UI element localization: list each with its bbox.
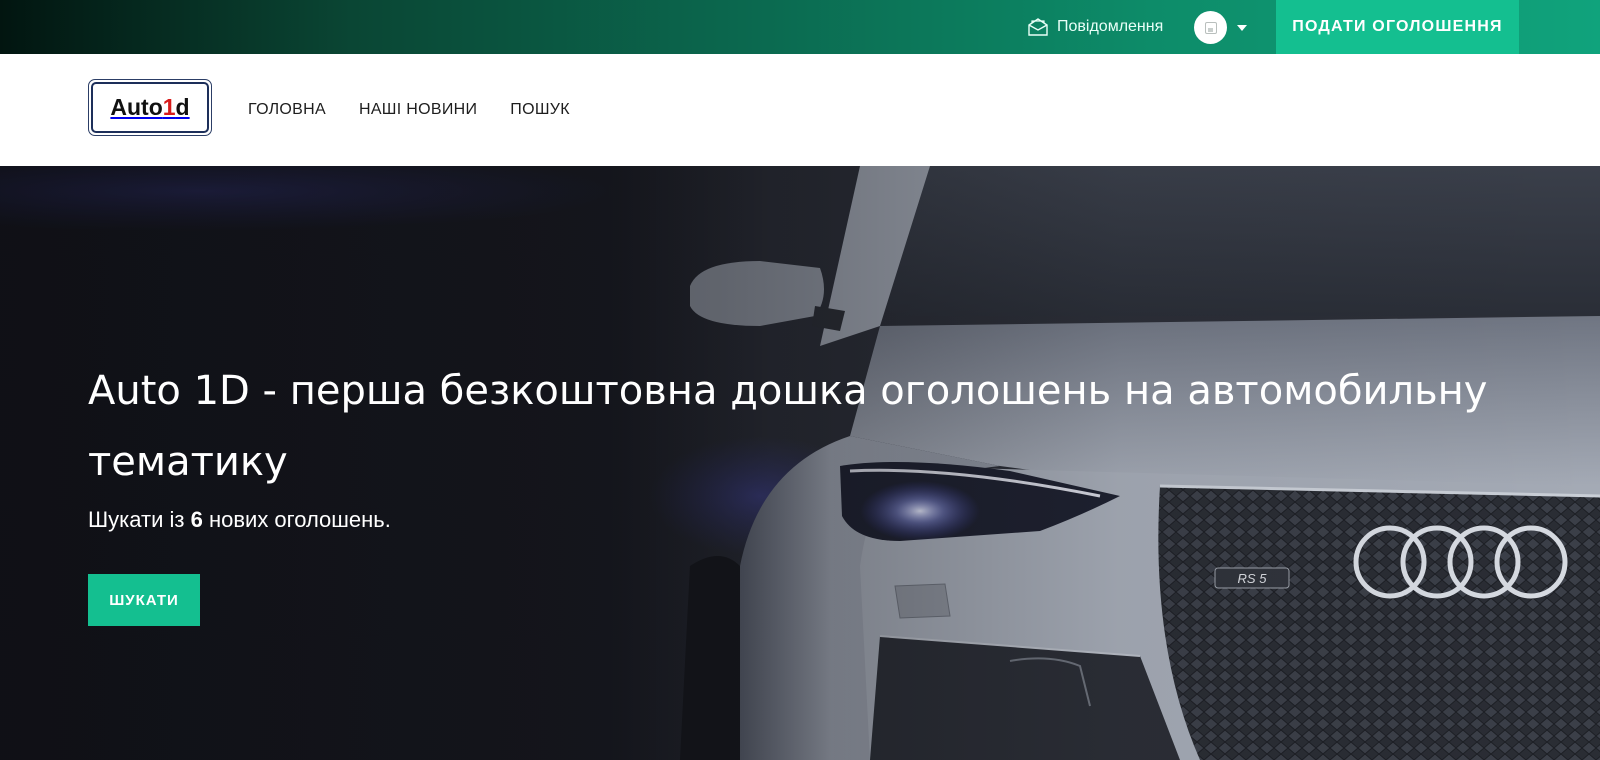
envelope-icon bbox=[1028, 18, 1048, 36]
user-menu-toggle[interactable] bbox=[1194, 11, 1247, 44]
nav-item-search[interactable]: ПОШУК bbox=[510, 101, 570, 119]
main-nav: ГОЛОВНА НАШІ НОВИНИ ПОШУК bbox=[248, 54, 603, 166]
avatar[interactable] bbox=[1194, 11, 1227, 44]
main-header: Auto 1 d ГОЛОВНА НАШІ НОВИНИ ПОШУК bbox=[0, 54, 1600, 166]
logo-text-after: d bbox=[175, 94, 190, 120]
nav-item-home[interactable]: ГОЛОВНА bbox=[248, 101, 326, 119]
logo-wordmark: Auto 1 d bbox=[91, 82, 209, 133]
messages-link[interactable]: Повідомлення bbox=[1027, 0, 1163, 54]
top-bar: Повідомлення ПОДАТИ ОГОЛОШЕННЯ bbox=[0, 0, 1600, 54]
logo-text-accent: 1 bbox=[162, 94, 176, 120]
hero-section: RS 5 Auto 1D - перша безкоштовна дошка о… bbox=[0, 166, 1600, 760]
post-ad-button[interactable]: ПОДАТИ ОГОЛОШЕННЯ bbox=[1276, 0, 1519, 54]
nav-item-news[interactable]: НАШІ НОВИНИ bbox=[359, 101, 477, 119]
image-placeholder-icon bbox=[1204, 21, 1217, 34]
search-button[interactable]: ШУКАТИ bbox=[88, 574, 200, 626]
site-logo[interactable]: Auto 1 d bbox=[88, 79, 212, 136]
hero-subtitle: Шукати із 6 нових оголошень. bbox=[88, 507, 391, 533]
caret-down-icon[interactable] bbox=[1237, 24, 1247, 31]
messages-label: Повідомлення bbox=[1057, 18, 1164, 35]
hero-title: Auto 1D - перша безкоштовна дошка оголош… bbox=[88, 368, 1488, 485]
hero-subtitle-suffix: нових оголошень. bbox=[202, 507, 391, 532]
listing-count: 6 bbox=[190, 507, 203, 532]
logo-text-before: Auto bbox=[110, 94, 163, 120]
hero-subtitle-prefix: Шукати із bbox=[88, 507, 191, 532]
